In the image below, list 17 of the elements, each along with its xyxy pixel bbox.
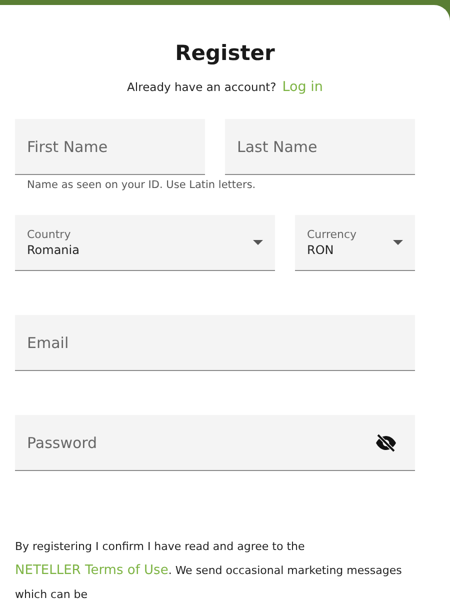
field-value: Romania — [27, 243, 80, 257]
eye-slash-icon[interactable] — [375, 434, 397, 452]
input-field[interactable]: Last Name — [225, 119, 415, 175]
field-value: RON — [307, 243, 335, 257]
terms-text: By registering I confirm I have read and agree to the NETELLER Terms of Use. We send occasional marketing messages which can be — [15, 539, 403, 600]
login-prompt: Already have an account? — [127, 80, 276, 94]
caret-icon — [393, 240, 403, 245]
field-label: Country — [27, 228, 72, 241]
dropdown-field[interactable]: Currency RON — [295, 215, 415, 271]
caret-icon — [253, 240, 263, 245]
name-hint: Name as seen on your ID. Use Latin letters. — [27, 179, 257, 191]
password-field[interactable]: Password — [15, 415, 415, 471]
input-field[interactable]: First Name — [15, 119, 205, 175]
input-field[interactable]: Email — [15, 315, 415, 371]
page-title: Register — [174, 41, 276, 65]
dropdown-field[interactable]: Country Romania — [15, 215, 275, 271]
field-label: Currency — [307, 228, 358, 241]
